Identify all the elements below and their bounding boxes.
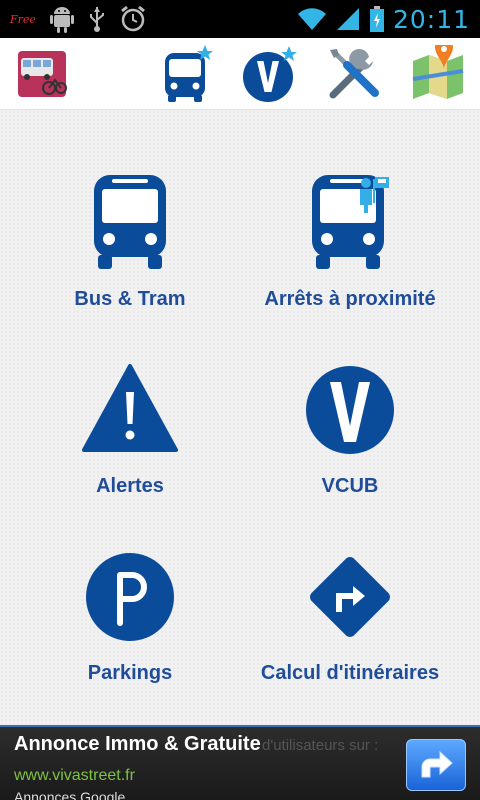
top-toolbar [0,38,480,110]
itinerary-tile[interactable]: Calcul d'itinéraires [235,542,465,722]
ad-ghost-text: d'utilisateurs sur : [262,737,379,754]
bus-favorite-icon [165,45,213,102]
vcub-label: VCUB [321,475,379,497]
alerts-tile[interactable]: Alertes [15,355,245,535]
main-menu: Bus & Tram Arrêts à proximité Alertes VC… [0,110,480,725]
settings-tools-icon [329,49,379,99]
ad-go-button[interactable] [406,739,466,791]
warning-icon [82,364,178,452]
ad-title: Annonce Immo & Gratuite [14,733,261,755]
app-logo-icon [18,51,67,97]
itinerary-label: Calcul d'itinéraires [260,662,440,684]
nearby-stops-label: Arrêts à proximité [264,288,436,310]
alerts-label: Alertes [96,475,164,497]
ad-source: Annonces Google [14,789,126,800]
nearby-stops-tile[interactable]: Arrêts à proximité [235,168,465,348]
bus-favorites-button[interactable] [156,44,216,104]
status-bar: Free 20:11 [0,0,480,38]
usb-icon [89,7,104,32]
parking-icon [86,553,174,641]
parkings-tile[interactable]: Parkings [15,542,245,722]
app-logo-button[interactable] [12,44,72,104]
settings-button[interactable] [324,44,384,104]
nearby-stops-icon [312,175,389,269]
signal-icon [336,8,359,30]
battery-icon [369,6,384,32]
vcub-favorites-button[interactable] [240,44,300,104]
route-sign-icon [310,557,390,637]
arrow-turn-right-icon [421,750,453,778]
ad-banner[interactable]: d'utilisateurs sur : Annonce Immo & Grat… [0,725,480,800]
ad-url[interactable]: www.vivastreet.fr [14,767,135,785]
parkings-label: Parkings [87,662,173,684]
alarm-icon [120,5,145,32]
vcub-tile[interactable]: VCUB [235,355,465,535]
map-button[interactable] [408,44,468,104]
bus-icon [94,175,166,269]
free-label: Free [10,12,36,26]
bus-tram-tile[interactable]: Bus & Tram [15,168,245,348]
clock: 20:11 [392,4,470,34]
vcub-icon [306,366,394,454]
wifi-icon [297,8,326,30]
map-icon [412,45,464,99]
android-icon [49,7,74,33]
bus-tram-label: Bus & Tram [74,288,186,310]
vcub-favorite-icon [243,46,297,102]
